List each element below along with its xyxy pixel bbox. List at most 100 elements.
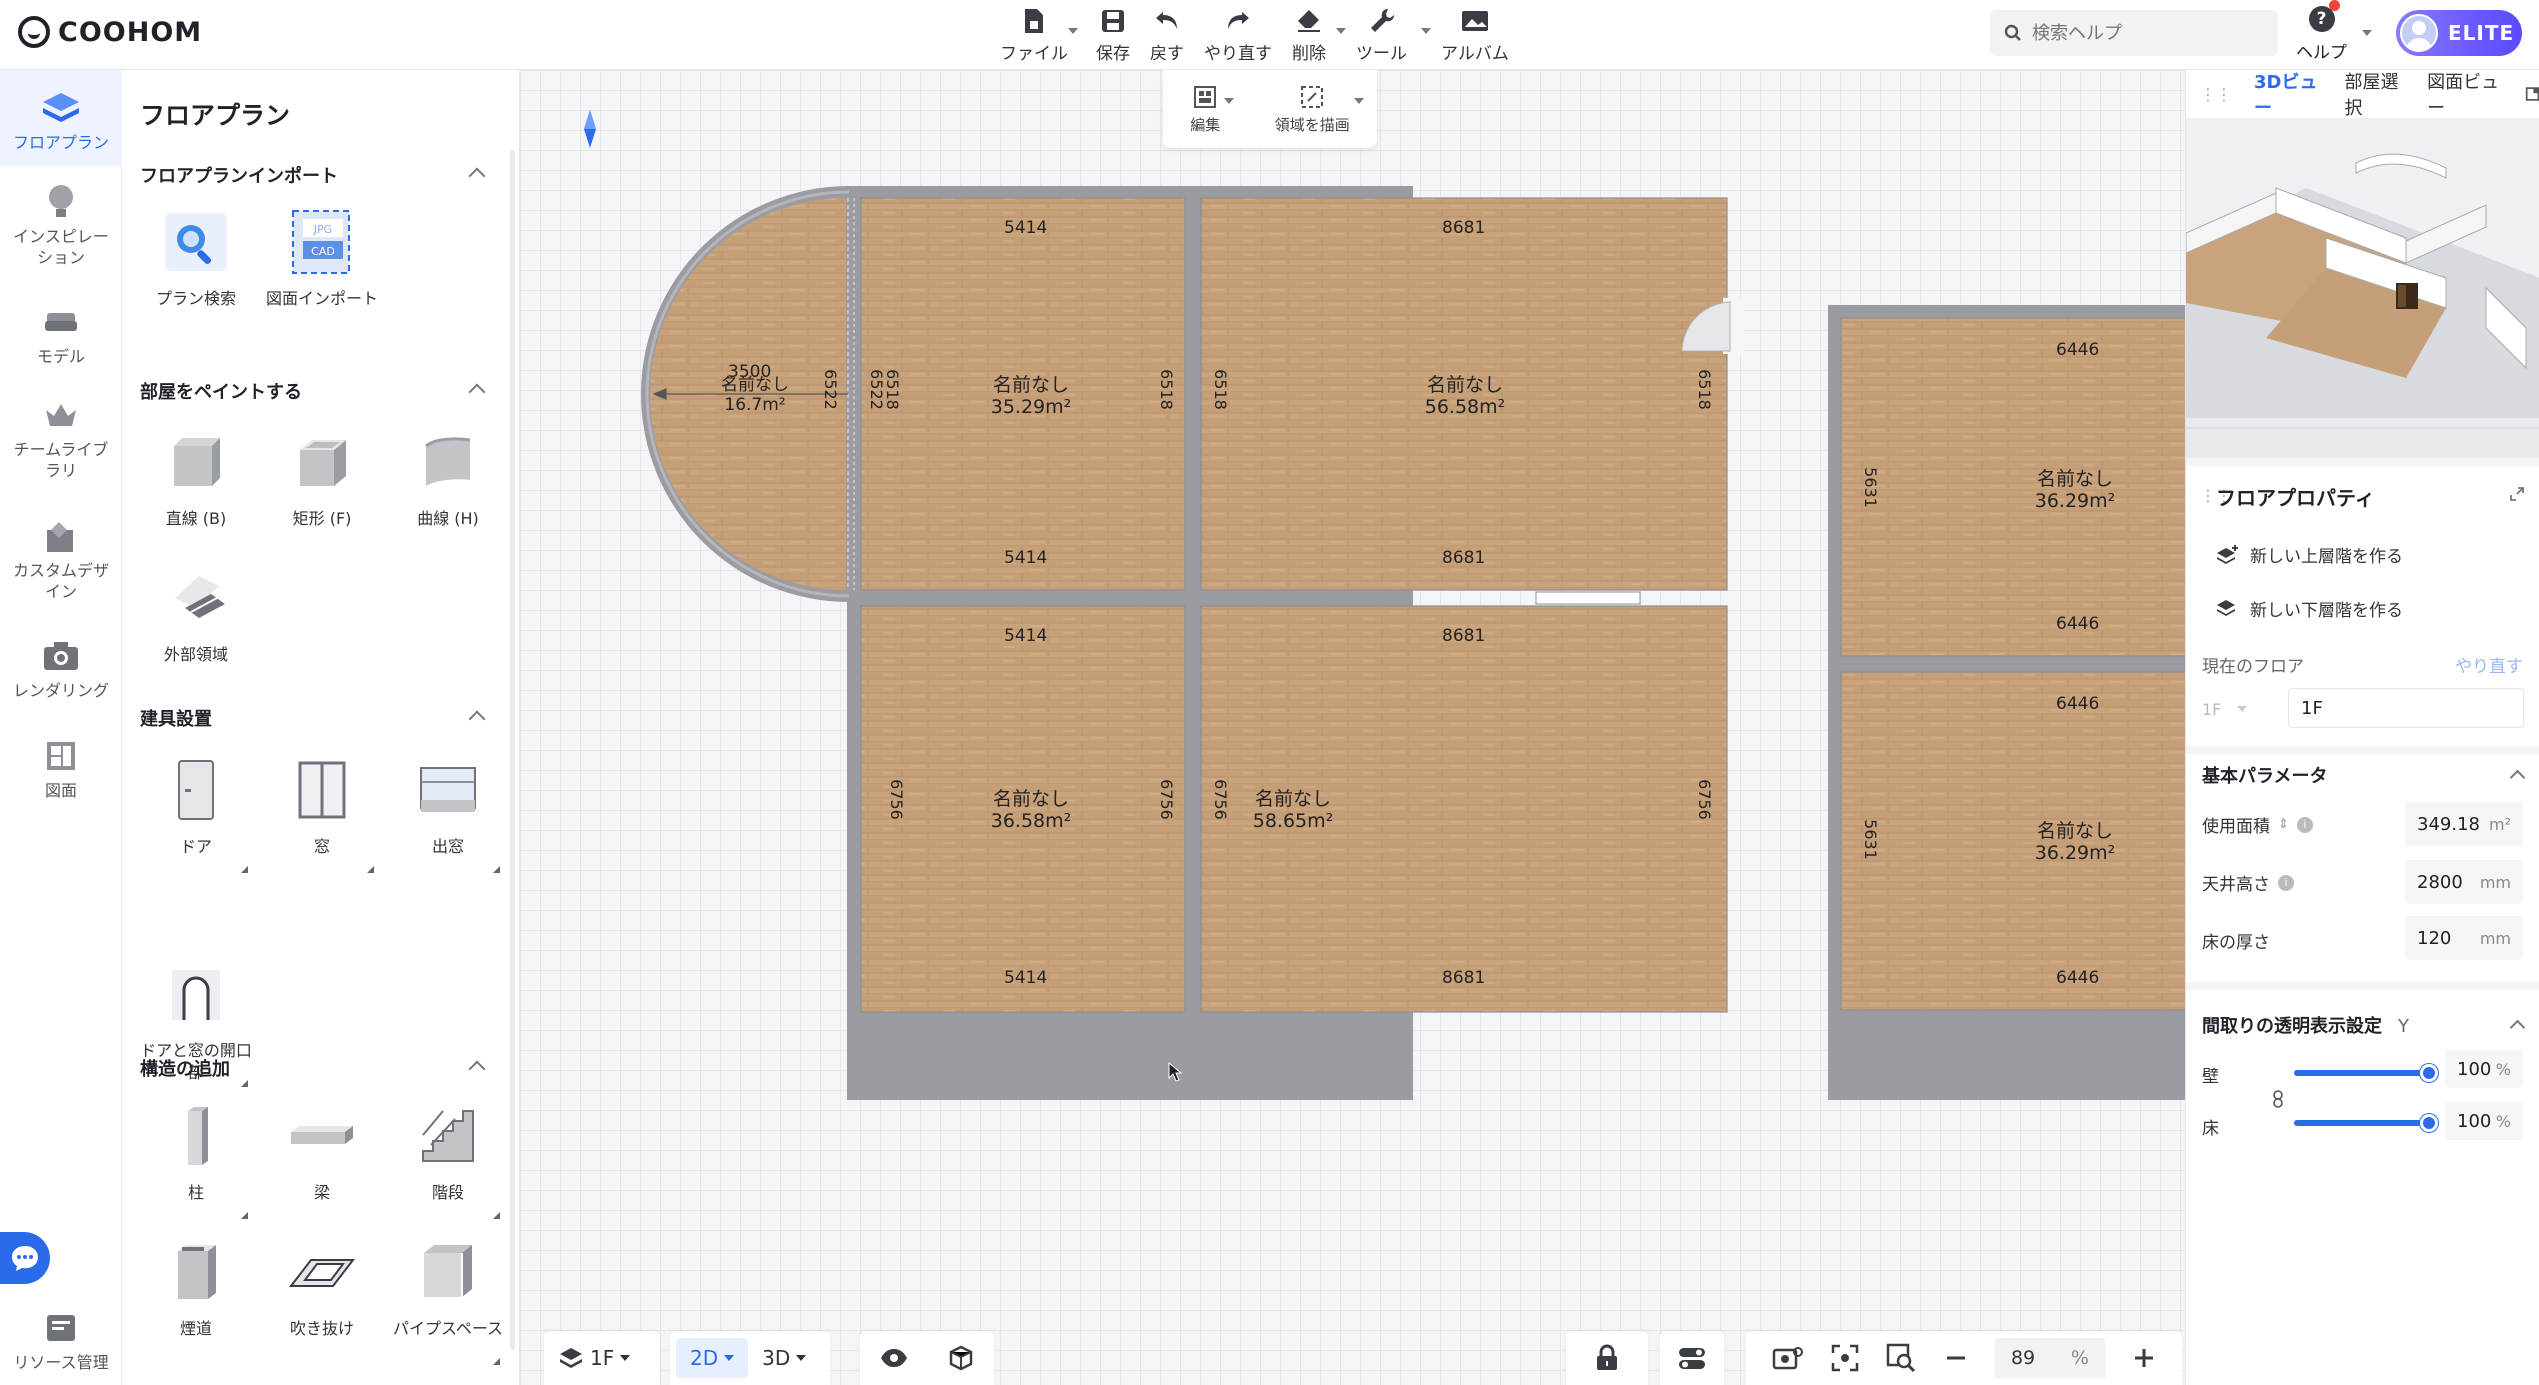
save-button[interactable]: 保存 — [1086, 6, 1140, 64]
flue-button[interactable]: 煙道 — [136, 1236, 256, 1340]
app-logo[interactable]: COOHOM — [18, 14, 202, 50]
rail-item-resource-management[interactable]: リソース管理 — [0, 1308, 122, 1373]
basic-params-header[interactable]: 基本パラメータ — [2202, 762, 2526, 788]
rail-item-inspiration[interactable]: インスピレーション — [0, 182, 122, 268]
more-options-corner-icon[interactable] — [493, 866, 500, 873]
slider-knob[interactable] — [2420, 1114, 2438, 1132]
mode-2d-button[interactable]: 2D — [676, 1338, 749, 1378]
wall-transparency-field[interactable]: 100 % — [2445, 1050, 2523, 1088]
chevron-down-icon[interactable] — [2362, 30, 2372, 36]
zoom-in-icon[interactable] — [2132, 1346, 2156, 1370]
account-badge[interactable]: ELITE — [2396, 10, 2522, 56]
tab-3d-view[interactable]: 3Dビュー — [2254, 68, 2323, 120]
more-options-corner-icon[interactable] — [493, 1212, 500, 1219]
more-options-corner-icon[interactable] — [241, 1080, 248, 1087]
rail-item-models[interactable]: モデル — [0, 302, 122, 367]
floor-name-input[interactable]: 1F — [2288, 688, 2524, 728]
more-options-corner-icon[interactable] — [241, 1212, 248, 1219]
rail-item-custom-design[interactable]: カスタムデザイン — [0, 516, 122, 602]
floor-selector[interactable]: 1F — [544, 1331, 660, 1385]
rail-label: モデル — [36, 347, 85, 366]
collapse-chevron-icon[interactable] — [468, 1060, 486, 1078]
exterior-area-button[interactable]: 外部領域 — [136, 562, 256, 666]
more-options-corner-icon[interactable] — [493, 1358, 500, 1365]
tools-menu-button[interactable]: ツール — [1346, 6, 1431, 64]
mode-3d-button[interactable]: 3D — [748, 1331, 820, 1385]
room-label[interactable]: 名前なし 36.29m² — [2030, 820, 2120, 864]
drag-handle-icon[interactable]: ⋮⋮ — [2200, 85, 2232, 104]
zoom-out-icon[interactable] — [1944, 1346, 1968, 1370]
plan-search-button[interactable]: プラン検索 — [136, 206, 256, 310]
collapse-chevron-icon[interactable] — [468, 710, 486, 728]
pipe-space-button[interactable]: パイプスペース — [388, 1236, 508, 1365]
collapse-panel-icon[interactable] — [2525, 85, 2539, 103]
bay-window-button[interactable]: 出窓 — [388, 754, 508, 873]
zoom-area-icon[interactable] — [1886, 1343, 1916, 1373]
door-button[interactable]: ドア — [136, 754, 256, 873]
slider-knob[interactable] — [2420, 1064, 2438, 1082]
floor-slider-fill[interactable] — [2294, 1114, 2438, 1132]
draw-curve-room-button[interactable]: 曲線 (H) — [388, 426, 508, 530]
draw-rectangle-room-button[interactable]: 矩形 (F) — [262, 426, 382, 530]
floor-slider-track[interactable] — [2294, 1114, 2438, 1132]
more-options-corner-icon[interactable] — [241, 866, 248, 873]
eye-icon[interactable] — [879, 1347, 909, 1369]
room-label[interactable]: 名前なし 36.29m² — [2030, 468, 2120, 512]
new-lower-floor-button[interactable]: 新しい下層階を作る — [2216, 596, 2523, 621]
cube-view-icon[interactable] — [947, 1344, 975, 1372]
rail-item-team-library[interactable]: チームライブラリ — [0, 395, 122, 481]
file-menu-button[interactable]: ファイル — [990, 6, 1078, 64]
lock-icon[interactable] — [1595, 1344, 1619, 1372]
3d-preview[interactable] — [2186, 118, 2539, 458]
fit-view-icon[interactable] — [1831, 1344, 1859, 1372]
camera-settings-icon[interactable] — [1772, 1344, 1804, 1372]
rail-item-floorplan[interactable]: フロアプラン — [0, 70, 122, 166]
undo-button[interactable]: 戻す — [1140, 6, 1194, 64]
stairs-button[interactable]: 階段 — [388, 1100, 508, 1219]
floor-level-select[interactable]: 1F — [2202, 690, 2266, 728]
floor-dropdown[interactable]: 1F — [544, 1331, 644, 1385]
redo-floor-link[interactable]: やり直す — [2455, 652, 2523, 677]
help-button[interactable]: ? ヘルプ — [2296, 0, 2347, 63]
room-label[interactable]: 名前なし 35.29m² — [986, 374, 1076, 418]
ceiling-height-field[interactable]: 2800 mm — [2405, 860, 2523, 904]
floor-transparency-field[interactable]: 100 % — [2445, 1102, 2523, 1140]
expand-icon[interactable] — [2509, 486, 2525, 502]
redo-button[interactable]: やり直す — [1194, 6, 1282, 64]
chat-button[interactable] — [0, 1232, 50, 1284]
sort-icon[interactable]: ⇕ — [2278, 817, 2289, 832]
tab-room-select[interactable]: 部屋選択 — [2345, 68, 2406, 120]
album-button[interactable]: アルバム — [1431, 6, 1519, 64]
zoom-level-field[interactable]: 89 % — [1994, 1338, 2105, 1378]
draw-line-room-button[interactable]: 直線 (B) — [136, 426, 256, 530]
collapse-chevron-icon[interactable] — [468, 383, 486, 401]
column-button[interactable]: 柱 — [136, 1100, 256, 1219]
window-button[interactable]: 窓 — [262, 754, 382, 873]
info-icon[interactable]: i — [2296, 816, 2313, 833]
transparency-header[interactable]: 間取りの透明表示設定 Y — [2202, 1012, 2526, 1038]
rail-item-rendering[interactable]: レンダリング — [0, 636, 122, 701]
beam-button[interactable]: 梁 — [262, 1100, 382, 1204]
rail-item-drawings[interactable]: 図面 — [0, 736, 122, 801]
info-icon[interactable]: i — [2278, 874, 2294, 891]
help-search[interactable] — [1990, 10, 2278, 56]
new-upper-floor-button[interactable]: 新しい上層階を作る — [2216, 542, 2523, 567]
room-label[interactable]: 名前なし 36.58m² — [986, 788, 1076, 832]
collapse-chevron-icon[interactable] — [468, 167, 486, 185]
floorplan-canvas[interactable]: 編集 領域を描画 3500 名前なし 16.7m² 6522 6522 6518… — [520, 70, 2185, 1385]
room-label[interactable]: 名前なし 56.58m² — [1420, 374, 1510, 418]
search-input[interactable] — [2032, 22, 2252, 44]
more-options-corner-icon[interactable] — [367, 866, 374, 873]
room-label[interactable]: 名前なし 16.7m² — [720, 375, 790, 415]
void-button[interactable]: 吹き抜け — [262, 1236, 382, 1340]
panel-scrollbar[interactable] — [510, 150, 515, 1350]
tab-plan-view[interactable]: 図面ビュー — [2427, 68, 2503, 120]
drawing-import-button[interactable]: JPG CAD 図面インポート — [262, 206, 382, 310]
floor-thickness-field[interactable]: 120 mm — [2405, 916, 2523, 960]
link-icon[interactable] — [2272, 1090, 2284, 1108]
toggle-settings-icon[interactable] — [1677, 1345, 1707, 1371]
delete-button[interactable]: 削除 — [1282, 6, 1346, 64]
room-label[interactable]: 名前なし 58.65m² — [1248, 788, 1338, 832]
wall-slider-fill[interactable] — [2294, 1064, 2438, 1082]
wall-slider-track[interactable] — [2294, 1064, 2438, 1082]
